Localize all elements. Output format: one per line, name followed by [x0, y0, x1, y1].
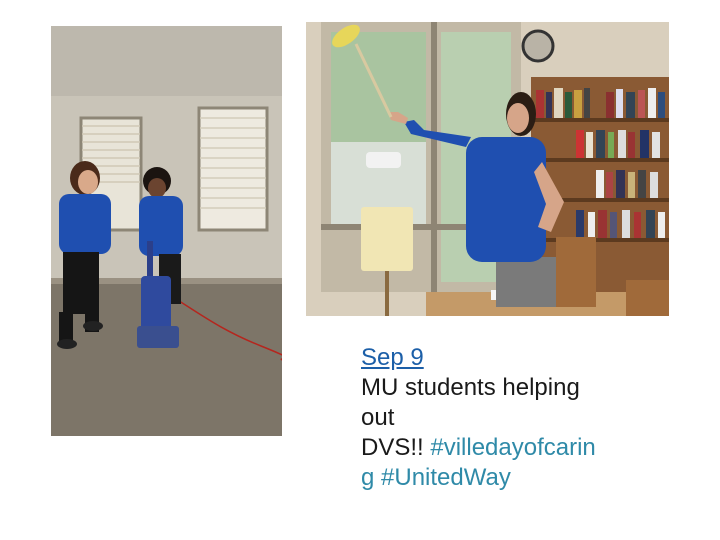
- photo-man-dusting: [306, 22, 669, 316]
- photo-right-illustration: [306, 22, 669, 316]
- photo-left-illustration: [51, 26, 282, 436]
- hashtag-unitedway-part1[interactable]: g #United: [361, 464, 464, 491]
- caption-line-4: g #UnitedWay: [361, 463, 661, 493]
- caption-line-2: out: [361, 404, 395, 431]
- hashtag-unitedway-part2[interactable]: Way: [464, 464, 511, 491]
- post-caption: Sep 9 MU students helping out DVS!! #vil…: [361, 343, 661, 493]
- photo-students-vacuuming: [51, 26, 282, 436]
- caption-text-dvs: DVS!!: [361, 434, 431, 461]
- post-date-link[interactable]: Sep 9: [361, 344, 424, 371]
- caption-date-line: Sep 9: [361, 343, 661, 373]
- caption-line-1: MU students helping: [361, 374, 580, 401]
- caption-line-3: DVS!! #villedayofcarin: [361, 433, 661, 463]
- hashtag-villedayofcaring[interactable]: #villedayofcarin: [430, 434, 595, 461]
